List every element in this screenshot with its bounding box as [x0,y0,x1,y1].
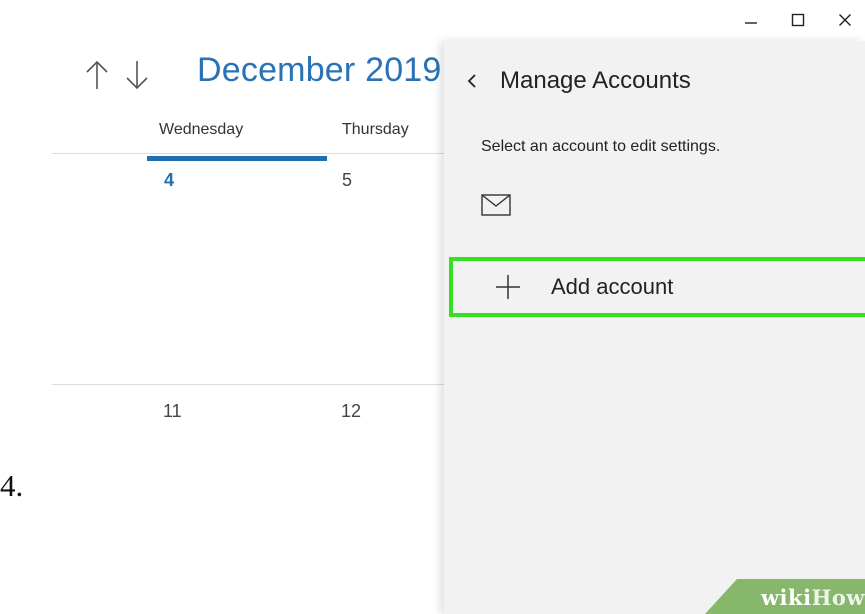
arrow-up-icon [86,60,108,89]
plus-icon [496,275,520,299]
close-icon [839,14,851,26]
panel-header: Manage Accounts [462,61,691,101]
watermark-wiki: wiki [760,585,812,610]
add-icon-wrap [490,269,526,305]
panel-description: Select an account to edit settings. [481,138,721,155]
dayname-wednesday: Wednesday [159,121,244,138]
watermark-text: wikiHow [761,585,865,610]
arrow-down-icon [126,61,148,90]
manage-accounts-panel: Manage Accounts Select an account to edi… [444,41,865,614]
step-number: 4. [0,468,24,503]
maximize-icon [791,13,805,27]
next-button[interactable] [124,55,150,95]
calendar-navigation [84,48,150,102]
previous-button[interactable] [84,55,110,95]
date-cell[interactable]: 12 [341,401,361,422]
add-account-label: Add account [551,274,674,299]
dayname-thursday: Thursday [342,121,409,138]
date-cell[interactable]: 11 [163,401,182,422]
add-account-button[interactable]: Add account [449,257,865,317]
minimize-button[interactable] [731,0,771,40]
mail-icon [481,194,511,216]
chevron-left-icon [467,74,476,88]
watermark-how: How [811,585,865,610]
back-button[interactable] [462,66,482,96]
account-item[interactable] [481,180,841,230]
close-button[interactable] [825,0,865,40]
date-cell-today[interactable]: 4 [164,170,174,191]
grid-divider [52,153,444,154]
window-controls [645,0,865,40]
panel-title: Manage Accounts [500,67,691,94]
maximize-button[interactable] [778,0,818,40]
watermark: wikiHow [705,579,865,614]
grid-divider [52,384,444,385]
month-title[interactable]: December 2019 [197,51,442,90]
date-cell[interactable]: 5 [342,170,352,191]
today-indicator [147,156,327,161]
minimize-icon [745,22,757,24]
